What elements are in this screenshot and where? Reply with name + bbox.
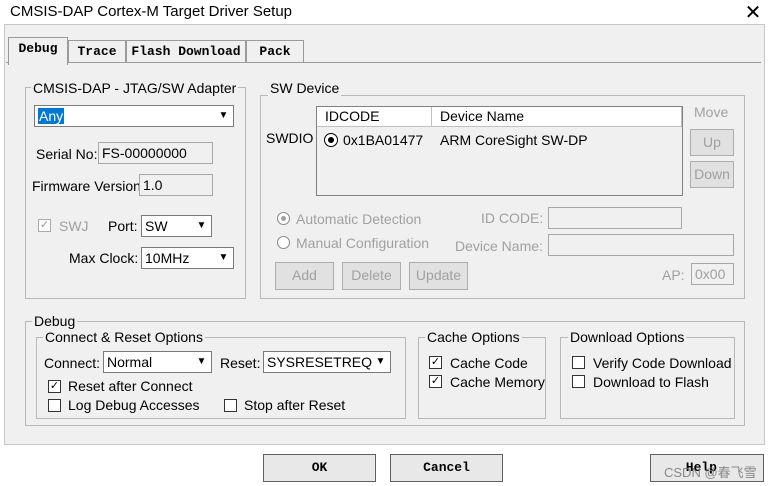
- chevron-down-icon: ▼: [215, 249, 232, 267]
- reset-select-value: SYSRESETREQ: [267, 354, 373, 370]
- update-button[interactable]: Update: [409, 262, 468, 290]
- close-button[interactable]: ✕: [740, 0, 766, 26]
- adapter-group-label: CMSIS-DAP - JTAG/SW Adapter: [31, 80, 239, 96]
- cache-memory-checkbox[interactable]: ✓: [429, 375, 442, 388]
- download-to-flash-checkbox[interactable]: [572, 375, 585, 388]
- device-name-label: Device Name:: [455, 238, 543, 254]
- swdio-label: SWDIO: [266, 130, 314, 146]
- watermark: CSDN @春飞雪: [664, 465, 757, 480]
- tab-trace[interactable]: Trace: [68, 40, 126, 62]
- adapter-select[interactable]: Any ▼: [34, 105, 234, 127]
- auto-detect-label: Automatic Detection: [296, 211, 422, 227]
- verify-code-download-checkbox[interactable]: [572, 356, 585, 369]
- download-options-label: Download Options: [568, 329, 687, 345]
- serial-field: FS-00000000: [98, 142, 213, 164]
- log-debug-accesses-label: Log Debug Accesses: [68, 397, 200, 413]
- idcode-column-header[interactable]: IDCODE: [317, 107, 432, 127]
- swj-label: SWJ: [59, 218, 89, 234]
- chevron-down-icon: ▼: [193, 353, 210, 371]
- maxclock-label: Max Clock:: [69, 250, 139, 266]
- reset-after-connect-checkbox[interactable]: ✓: [48, 380, 61, 393]
- move-label: Move: [694, 104, 729, 120]
- move-up-button[interactable]: Up: [690, 129, 734, 156]
- port-select[interactable]: SW ▼: [141, 215, 212, 237]
- debug-group-label: Debug: [32, 313, 78, 329]
- ok-button[interactable]: OK: [263, 454, 376, 482]
- port-select-value: SW: [145, 218, 168, 234]
- verify-code-download-label: Verify Code Download: [593, 355, 732, 371]
- stop-after-reset-label: Stop after Reset: [244, 397, 346, 413]
- manual-config-label: Manual Configuration: [296, 235, 430, 251]
- cancel-button[interactable]: Cancel: [390, 454, 503, 482]
- device-name-field[interactable]: [548, 234, 734, 256]
- log-debug-accesses-checkbox[interactable]: [48, 399, 61, 412]
- maxclock-select[interactable]: 10MHz ▼: [141, 247, 234, 269]
- cache-code-label: Cache Code: [450, 355, 528, 371]
- firmware-field: 1.0: [139, 174, 213, 196]
- manual-config-radio[interactable]: [277, 236, 290, 249]
- window-title: CMSIS-DAP Cortex-M Target Driver Setup: [10, 3, 293, 20]
- delete-button[interactable]: Delete: [342, 262, 401, 290]
- selected-radio-icon: [324, 133, 338, 147]
- firmware-label: Firmware Version:: [32, 178, 145, 194]
- ap-label: AP:: [662, 267, 685, 283]
- chevron-down-icon: ▼: [193, 217, 210, 235]
- chevron-down-icon: ▼: [372, 353, 389, 371]
- tab-pack[interactable]: Pack: [246, 40, 304, 62]
- device-name-column-header[interactable]: Device Name: [432, 107, 682, 127]
- connect-select-value: Normal: [107, 354, 153, 370]
- maxclock-select-value: 10MHz: [145, 250, 190, 266]
- add-button[interactable]: Add: [275, 262, 334, 290]
- download-to-flash-label: Download to Flash: [593, 374, 709, 390]
- connect-label: Connect:: [44, 355, 101, 371]
- serial-label: Serial No:: [36, 146, 98, 162]
- tab-divider: [6, 62, 761, 63]
- device-row-name[interactable]: ARM CoreSight SW-DP: [440, 132, 588, 148]
- cache-options-label: Cache Options: [425, 329, 522, 345]
- cache-code-checkbox[interactable]: ✓: [429, 356, 442, 369]
- idcode-field[interactable]: [548, 207, 682, 229]
- reset-after-connect-label: Reset after Connect: [68, 378, 193, 394]
- device-row-idcode[interactable]: 0x1BA01477: [343, 132, 423, 148]
- reset-label: Reset:: [220, 355, 261, 371]
- ap-field[interactable]: 0x00: [691, 263, 734, 285]
- tab-flash-download[interactable]: Flash Download: [126, 40, 246, 62]
- connect-reset-label: Connect & Reset Options: [43, 329, 205, 345]
- tab-debug[interactable]: Debug: [8, 37, 68, 65]
- reset-select[interactable]: SYSRESETREQ ▼: [263, 351, 391, 373]
- move-down-button[interactable]: Down: [690, 161, 734, 188]
- cache-memory-label: Cache Memory: [450, 374, 545, 390]
- swj-checkbox[interactable]: ✓: [38, 219, 51, 232]
- idcode-label: ID CODE:: [481, 210, 544, 226]
- port-label: Port:: [108, 218, 138, 234]
- sw-device-group-label: SW Device: [268, 80, 342, 96]
- stop-after-reset-checkbox[interactable]: [224, 399, 237, 412]
- connect-select[interactable]: Normal ▼: [103, 351, 212, 373]
- auto-detect-radio[interactable]: [277, 212, 290, 225]
- adapter-select-value: Any: [38, 108, 65, 124]
- chevron-down-icon: ▼: [215, 107, 232, 125]
